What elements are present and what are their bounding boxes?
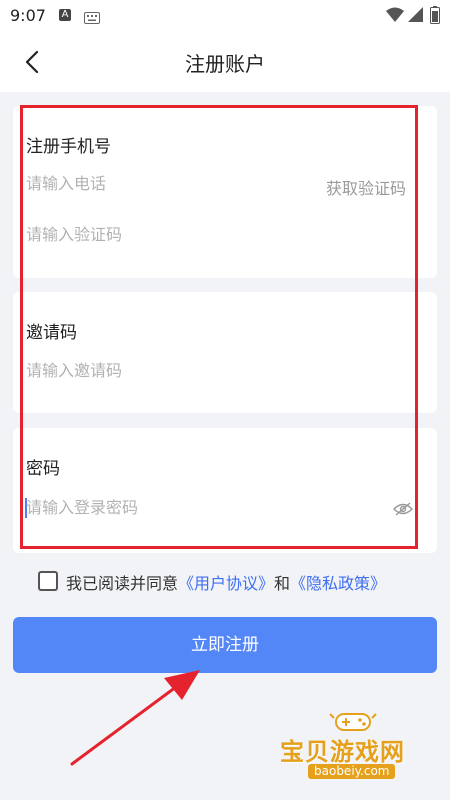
keyboard-icon xyxy=(84,9,100,28)
password-card: 密码 xyxy=(13,428,437,553)
watermark-title: 宝贝游戏网 xyxy=(280,738,405,766)
annotation-arrow xyxy=(70,670,200,766)
page-title: 注册账户 xyxy=(185,52,265,76)
user-agreement-link[interactable]: 《用户协议》 xyxy=(178,574,274,593)
invite-card: 邀请码 xyxy=(13,292,437,413)
gamepad-icon xyxy=(329,713,377,731)
password-label: 密码 xyxy=(26,459,60,479)
verification-code-input[interactable] xyxy=(26,225,406,244)
phone-label: 注册手机号 xyxy=(26,137,111,157)
notification-a-icon: A xyxy=(59,9,71,21)
privacy-policy-link[interactable]: 《隐私政策》 xyxy=(290,574,386,593)
watermark-domain: baobeiy.com xyxy=(308,764,396,779)
status-time: 9:07 xyxy=(10,6,46,25)
agreement-conjunction: 和 xyxy=(274,574,291,593)
phone-input[interactable] xyxy=(26,174,286,193)
agreement-prefix: 我已阅读并同意 xyxy=(66,574,179,593)
phone-card: 注册手机号 获取验证码 xyxy=(13,106,437,278)
signal-icon xyxy=(408,7,424,27)
status-bar: 9:07 A xyxy=(0,0,450,32)
invite-code-input[interactable] xyxy=(26,361,406,380)
battery-icon xyxy=(430,6,440,28)
invite-label: 邀请码 xyxy=(26,323,77,343)
header: 注册账户 xyxy=(0,32,450,92)
agreement-text: 我已阅读并同意《用户协议》和《隐私政策》 xyxy=(66,570,386,594)
password-input[interactable] xyxy=(26,498,366,517)
watermark-logo: 宝贝游戏网 baobeiy.com xyxy=(272,710,442,792)
agreement-checkbox[interactable] xyxy=(38,571,58,591)
wifi-icon xyxy=(386,7,404,27)
get-code-button[interactable]: 获取验证码 xyxy=(326,175,406,199)
eye-off-icon[interactable] xyxy=(393,501,413,520)
